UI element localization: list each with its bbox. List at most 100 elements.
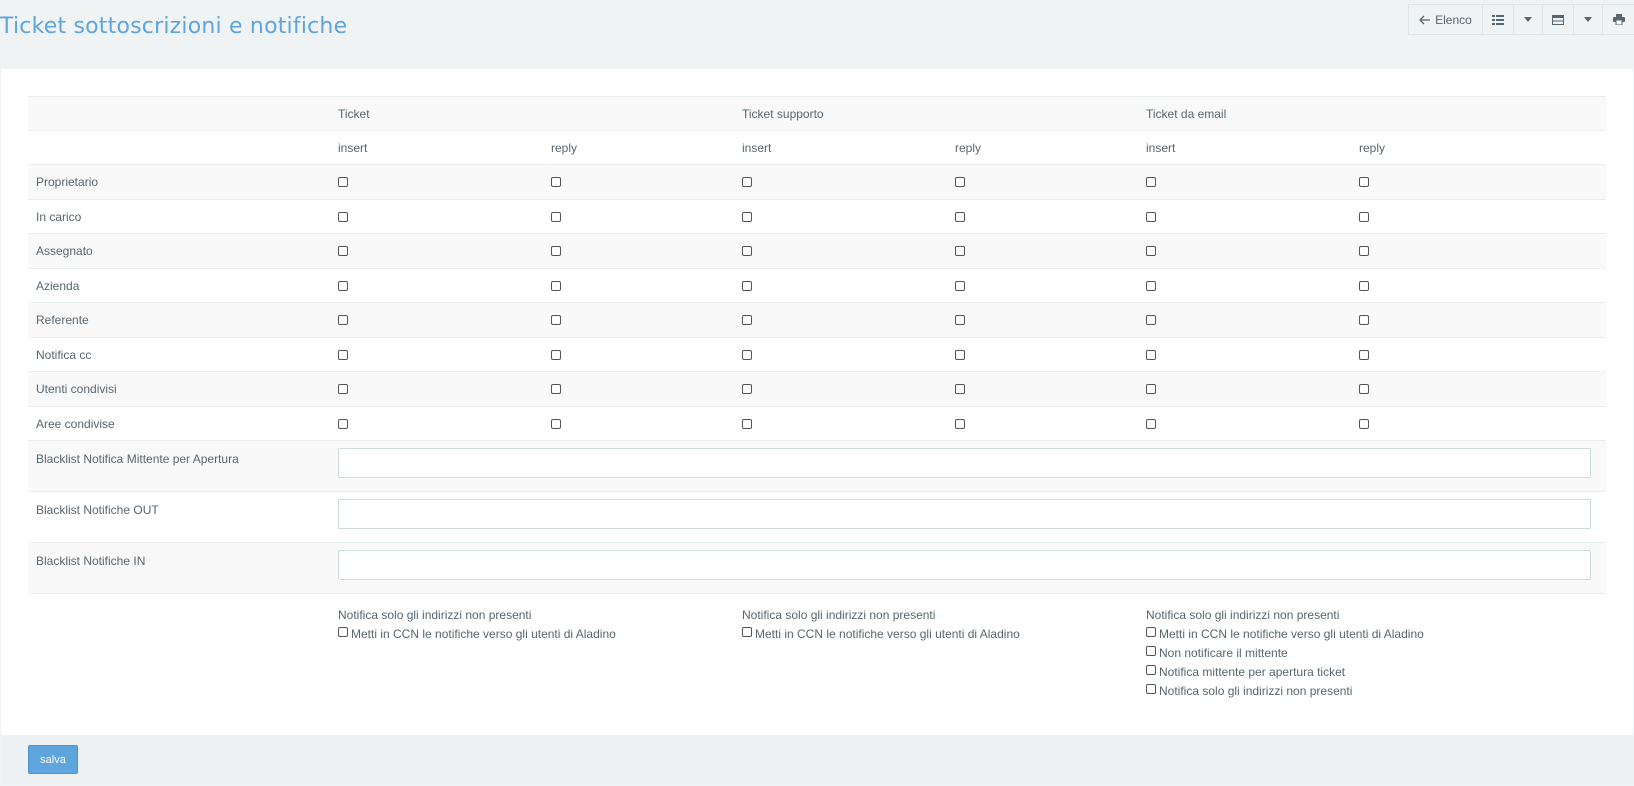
option-checkbox[interactable] [1146, 626, 1156, 637]
subscription-checkbox[interactable] [1359, 349, 1369, 360]
group-header-ticket-supporto: Ticket supporto [742, 106, 824, 121]
option-checkbox[interactable] [1146, 683, 1156, 694]
toolbar: Elenco [1408, 4, 1634, 35]
option-checkbox[interactable] [742, 626, 752, 637]
blacklist-label: Blacklist Notifica Mittente per Apertura [36, 452, 239, 466]
row-label: Aree condivise [36, 416, 115, 431]
blacklist-input[interactable] [338, 499, 1591, 529]
option-checkbox[interactable] [338, 626, 348, 637]
subscription-checkbox[interactable] [742, 280, 752, 291]
subscription-checkbox[interactable] [742, 246, 752, 256]
list-view-button[interactable] [1483, 5, 1514, 34]
checkbox-cell [1146, 338, 1156, 371]
blacklist-input[interactable] [338, 448, 1591, 478]
subscription-checkbox[interactable] [1359, 315, 1369, 325]
subscription-checkbox[interactable] [338, 280, 348, 291]
subscriptions-panel: Ticket Ticket supporto Ticket da email i… [1, 69, 1633, 735]
subscription-checkbox[interactable] [551, 418, 561, 429]
subscription-checkbox[interactable] [1359, 177, 1369, 187]
subscription-checkbox[interactable] [551, 315, 561, 325]
checkbox-cell [955, 372, 965, 406]
option-item[interactable]: Non notificare il mittente [1146, 643, 1424, 662]
subscription-checkbox[interactable] [742, 177, 752, 187]
table-view-button[interactable] [1543, 5, 1574, 34]
checkbox-cell [338, 269, 348, 302]
subscription-checkbox[interactable] [551, 384, 561, 394]
subscription-checkbox[interactable] [1146, 280, 1156, 291]
subscription-checkbox[interactable] [338, 384, 348, 394]
subscription-checkbox[interactable] [338, 211, 348, 222]
subscription-checkbox[interactable] [338, 349, 348, 360]
subscription-checkbox[interactable] [955, 280, 965, 291]
subscription-checkbox[interactable] [955, 418, 965, 429]
subscription-checkbox[interactable] [955, 384, 965, 394]
back-to-list-button[interactable]: Elenco [1409, 5, 1483, 34]
subscription-checkbox[interactable] [1146, 418, 1156, 429]
checkbox-cell [551, 269, 561, 302]
subscription-checkbox[interactable] [955, 177, 965, 187]
subscription-checkbox[interactable] [338, 418, 348, 429]
subscription-checkbox[interactable] [742, 349, 752, 360]
option-checkbox[interactable] [1146, 664, 1156, 675]
subscription-checkbox[interactable] [338, 315, 348, 325]
subscription-checkbox[interactable] [1359, 384, 1369, 394]
checkbox-cell [1359, 372, 1369, 406]
subcol-header: insert [338, 140, 368, 155]
subscription-checkbox[interactable] [551, 177, 561, 187]
checkbox-cell [551, 200, 561, 233]
option-item[interactable]: Notifica solo gli indirizzi non presenti [1146, 681, 1424, 700]
subscription-checkbox[interactable] [1146, 246, 1156, 256]
subscription-checkbox[interactable] [1146, 177, 1156, 187]
subscription-checkbox[interactable] [742, 211, 752, 222]
options-row: Notifica solo gli indirizzi non presenti… [28, 594, 1606, 710]
option-item[interactable]: Metti in CCN le notifiche verso gli uten… [1146, 624, 1424, 643]
subscription-checkbox[interactable] [1146, 315, 1156, 325]
subscription-checkbox[interactable] [955, 315, 965, 325]
subscription-checkbox[interactable] [742, 315, 752, 325]
option-item[interactable]: Metti in CCN le notifiche verso gli uten… [338, 624, 616, 643]
row-label: Proprietario [36, 175, 99, 189]
checkbox-cell [551, 234, 561, 268]
group-header-ticket-da-email: Ticket da email [1146, 106, 1227, 121]
table-view-dropdown[interactable] [1574, 5, 1603, 34]
list-view-icon [1492, 14, 1504, 25]
subscription-checkbox[interactable] [1146, 349, 1156, 360]
subscription-checkbox[interactable] [955, 211, 965, 222]
checkbox-cell [742, 200, 752, 233]
print-button[interactable] [1603, 5, 1634, 34]
subscription-checkbox[interactable] [1146, 211, 1156, 222]
option-checkbox[interactable] [1146, 645, 1156, 656]
checkbox-cell [955, 269, 965, 302]
subscription-checkbox[interactable] [551, 246, 561, 256]
subscription-checkbox[interactable] [551, 280, 561, 291]
option-label: Metti in CCN le notifiche verso gli uten… [351, 626, 616, 641]
subscription-checkbox[interactable] [1359, 211, 1369, 222]
blacklist-label: Blacklist Notifiche IN [36, 554, 146, 568]
subscription-checkbox[interactable] [551, 211, 561, 222]
checkbox-cell [742, 234, 752, 268]
subscription-checkbox[interactable] [338, 246, 348, 256]
list-view-dropdown[interactable] [1514, 5, 1543, 34]
option-item[interactable]: Metti in CCN le notifiche verso gli uten… [742, 624, 1020, 643]
subscription-checkbox[interactable] [1359, 246, 1369, 256]
subscription-checkbox[interactable] [338, 177, 348, 187]
subscriptions-table: Ticket Ticket supporto Ticket da email i… [28, 96, 1606, 710]
subscription-checkbox[interactable] [1146, 384, 1156, 394]
subscription-checkbox[interactable] [551, 349, 561, 360]
subcol-header: insert [742, 140, 772, 155]
subscription-checkbox[interactable] [742, 418, 752, 429]
checkbox-cell [742, 303, 752, 337]
checkbox-cell [955, 303, 965, 337]
arrow-left-icon [1419, 15, 1431, 24]
permission-row: Notifica cc [28, 338, 1606, 372]
save-button[interactable]: salva [28, 745, 78, 774]
row-label: Notifica cc [36, 347, 92, 362]
subscription-checkbox[interactable] [1359, 418, 1369, 429]
subscription-checkbox[interactable] [1359, 280, 1369, 291]
blacklist-row: Blacklist Notifica Mittente per Apertura [28, 441, 1606, 492]
option-item[interactable]: Notifica mittente per apertura ticket [1146, 662, 1424, 681]
subscription-checkbox[interactable] [955, 349, 965, 360]
subscription-checkbox[interactable] [742, 384, 752, 394]
blacklist-input[interactable] [338, 550, 1591, 580]
subscription-checkbox[interactable] [955, 246, 965, 256]
